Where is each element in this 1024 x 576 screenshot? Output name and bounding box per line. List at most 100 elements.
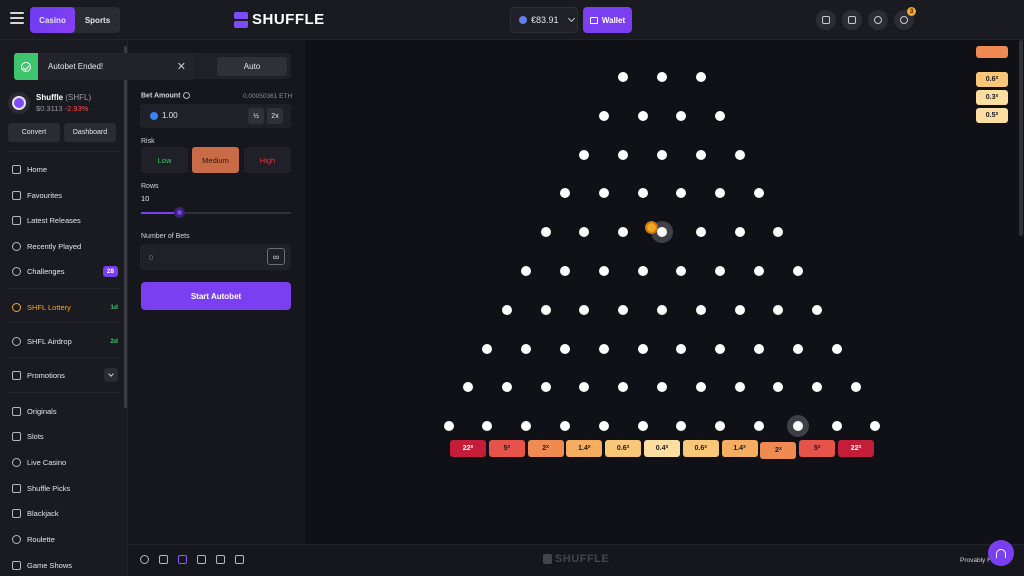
multiplier-value: 22 (850, 445, 859, 452)
sidebar-item-label: Shuffle Picks (27, 483, 71, 493)
sidebar-item-originals[interactable]: Originals (12, 404, 118, 418)
sidebar-item-latest-releases[interactable]: Latest Releases (12, 213, 118, 227)
settings-icon[interactable] (140, 555, 149, 564)
risk-high-button[interactable]: High (244, 147, 291, 173)
star-icon[interactable] (216, 555, 225, 564)
tab-casino[interactable]: Casino (30, 7, 75, 33)
support-chat-button[interactable] (988, 540, 1014, 566)
peg (676, 343, 687, 354)
rows-slider-handle[interactable] (173, 207, 185, 218)
stats-icon[interactable] (178, 555, 187, 564)
provably-fair-link[interactable]: Provably F (960, 557, 991, 564)
sidebar-item-game-shows[interactable]: Game Shows (12, 558, 118, 572)
token-name: Shuffle (36, 93, 64, 102)
peg (657, 149, 667, 160)
sidebar-item-label: Promotions (27, 370, 65, 380)
tab-sports[interactable]: Sports (75, 7, 120, 33)
divider (8, 322, 120, 323)
sidebar-item-recently-played[interactable]: Recently Played (12, 239, 118, 253)
balance-selector[interactable]: €83.91 (510, 7, 578, 33)
logo-mark-icon (543, 554, 552, 564)
sidebar-item-roulette[interactable]: Roulette (12, 532, 118, 546)
multiplier-suffix: x (626, 444, 630, 450)
bet-amount-input[interactable]: 1.00 (162, 111, 178, 120)
history-item: 0.6 x (976, 72, 1008, 87)
profile-icon[interactable]: 3 (894, 7, 916, 30)
multiplier-suffix: x (858, 444, 862, 450)
sidebar-item-promotions[interactable]: Promotions (12, 368, 118, 382)
sidebar-scrollbar[interactable] (124, 46, 127, 408)
history-item: 0.5 x (976, 108, 1008, 123)
home-icon (12, 164, 21, 174)
shfl-token-icon (8, 92, 30, 114)
history-item (976, 46, 1008, 58)
double-button[interactable]: 2x (267, 108, 283, 124)
sidebar-item-slots[interactable]: Slots (12, 429, 118, 443)
sidebar-item-shfl-airdrop[interactable]: SHFL Airdrop 2d (12, 334, 118, 348)
close-icon[interactable]: ✕ (177, 60, 186, 73)
crown-icon[interactable] (842, 10, 862, 30)
info-icon[interactable] (183, 92, 191, 99)
risk-medium-button[interactable]: Medium (192, 147, 239, 173)
multiplier-bucket: 0.4 x (644, 440, 680, 457)
wallet-button[interactable]: Wallet (583, 7, 632, 33)
multiplier-bucket: 0.6 x (605, 440, 642, 457)
token-change: -2.93% (64, 104, 89, 113)
logo-mark-icon (234, 11, 248, 28)
chevron-down-icon[interactable] (104, 368, 118, 382)
rows-slider[interactable] (141, 212, 291, 214)
sidebar-item-label: Favourites (27, 190, 63, 200)
peg (754, 266, 764, 276)
peg (715, 343, 726, 354)
peg (695, 149, 706, 160)
history-value: 0.3 (985, 94, 996, 101)
logo[interactable]: SHUFFLE (234, 11, 325, 28)
sidebar-item-blackjack[interactable]: Blackjack (12, 506, 118, 520)
menu-icon[interactable] (10, 12, 24, 26)
token-price: $0.3113 (36, 104, 63, 113)
sidebar-item-shfl-lottery[interactable]: SHFL Lottery 1d (12, 300, 118, 314)
sidebar-item-label: Game Shows (27, 560, 73, 570)
board-scrollbar[interactable] (1019, 40, 1023, 236)
picks-icon (12, 483, 21, 493)
casino-sports-toggle: Casino Sports (30, 7, 120, 33)
theater-icon[interactable] (159, 555, 168, 564)
multiplier-suffix: x (665, 444, 669, 450)
multiplier-value: 0.4 (655, 445, 666, 452)
airdrop-badge: 2d (110, 337, 118, 345)
sidebar-item-label: Slots (27, 431, 44, 441)
sidebar-item-challenges[interactable]: Challenges 28 (12, 264, 118, 278)
gameshow-icon (12, 560, 21, 570)
peg (637, 110, 648, 121)
risk-low-button[interactable]: Low (141, 147, 188, 173)
infinite-button[interactable]: ∞ (267, 248, 285, 265)
history-item: 0.3 x (976, 90, 1008, 105)
sidebar-item-favourites[interactable]: Favourites (12, 188, 118, 202)
number-of-bets-input[interactable]: 0 (149, 253, 153, 262)
peg (831, 421, 842, 432)
token-widget[interactable]: Shuffle (SHFL) $0.3113 -2.93% (8, 92, 91, 114)
hotkeys-icon[interactable] (235, 555, 244, 564)
sidebar-item-label: Home (27, 164, 48, 174)
news-icon[interactable] (816, 10, 836, 30)
convert-button[interactable]: Convert (8, 123, 60, 142)
sidebar-item-home[interactable]: Home (12, 162, 118, 176)
chat-icon[interactable] (868, 10, 888, 30)
chevron-down-icon (567, 14, 575, 23)
multiplier-bucket: 2x (527, 440, 564, 457)
tab-auto[interactable]: Auto (217, 57, 287, 76)
sidebar-item-label: Live Casino (27, 457, 67, 467)
start-autobet-button[interactable]: Start Autobet (141, 282, 291, 310)
half-button[interactable]: ½ (248, 108, 264, 124)
dashboard-button[interactable]: Dashboard (64, 123, 116, 142)
sidebar-item-shuffle-picks[interactable]: Shuffle Picks (12, 481, 118, 495)
footer-logo: SHUFFLE (543, 553, 609, 565)
bet-amount-eth: 0.00050361 ETH (243, 93, 293, 100)
chart-icon[interactable] (197, 555, 206, 564)
eth-coin-icon (519, 16, 527, 24)
multiplier-suffix: x (778, 446, 782, 452)
sidebar-item-label: Latest Releases (27, 215, 81, 225)
multiplier-bucket: 2x (760, 442, 797, 459)
rows-label: Rows (141, 183, 159, 190)
sidebar-item-live-casino[interactable]: Live Casino (12, 455, 118, 469)
